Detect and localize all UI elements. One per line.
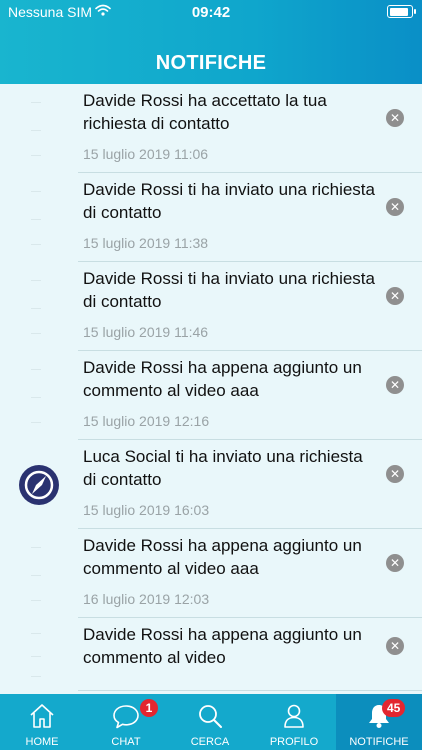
avatar-placeholder-mark bbox=[31, 130, 41, 131]
tab-chat[interactable]: 1 CHAT bbox=[84, 694, 168, 750]
tab-home-label: HOME bbox=[25, 736, 59, 748]
notification-content: Luca Social ti ha inviato una richiesta … bbox=[78, 440, 422, 529]
notification-date: 15 luglio 2019 16:03 bbox=[83, 502, 210, 518]
dismiss-icon[interactable]: ✕ bbox=[386, 198, 404, 216]
avatar-placeholder-mark bbox=[31, 280, 41, 281]
notification-message: Davide Rossi ha appena aggiunto un comme… bbox=[83, 536, 362, 578]
page-title: NOTIFICHE bbox=[155, 52, 267, 74]
avatar-placeholder-mark bbox=[31, 656, 41, 657]
avatar-column bbox=[0, 440, 78, 529]
tab-search-label: CERCA bbox=[190, 736, 230, 748]
notification-date: 15 luglio 2019 11:06 bbox=[83, 146, 209, 162]
notification-content: Davide Rossi ha appena aggiunto un comme… bbox=[78, 529, 422, 618]
avatar-placeholder-mark bbox=[31, 244, 41, 245]
notification-date: 16 luglio 2019 12:03 bbox=[83, 591, 210, 607]
avatar-placeholder-mark bbox=[31, 397, 41, 398]
notifications-badge: 45 bbox=[382, 699, 406, 717]
compass-logo-icon bbox=[24, 470, 54, 500]
status-time: 09:42 bbox=[191, 4, 231, 21]
notification-message: Davide Rossi ti ha inviato una richiesta… bbox=[83, 180, 375, 222]
notification-message: Davide Rossi ha appena aggiunto un comme… bbox=[83, 625, 362, 667]
avatar-placeholder-mark bbox=[31, 575, 41, 576]
profile-icon bbox=[280, 702, 308, 733]
avatar-placeholder-mark bbox=[31, 422, 41, 423]
notification-content: Davide Rossi ti ha inviato una richiesta… bbox=[78, 262, 422, 351]
dismiss-icon[interactable]: ✕ bbox=[386, 637, 404, 655]
chat-badge: 1 bbox=[140, 699, 158, 717]
notification-content: Davide Rossi ha appena aggiunto un comme… bbox=[78, 618, 422, 691]
search-icon bbox=[196, 702, 224, 733]
battery-icon bbox=[387, 5, 416, 18]
notification-date: 15 luglio 2019 12:16 bbox=[83, 413, 210, 429]
avatar-placeholder-mark bbox=[31, 633, 41, 634]
avatar-column bbox=[0, 351, 78, 440]
avatar-column bbox=[0, 529, 78, 618]
notification-item[interactable]: Davide Rossi ti ha inviato una richiesta… bbox=[0, 262, 422, 351]
dismiss-icon[interactable]: ✕ bbox=[386, 465, 404, 483]
tab-bar: HOME 1 CHAT CERCA PROFILO 45 NOTIFICHE bbox=[0, 694, 422, 750]
avatar-column bbox=[0, 84, 78, 173]
notification-message: Davide Rossi ha appena aggiunto un comme… bbox=[83, 358, 362, 400]
dismiss-icon[interactable]: ✕ bbox=[386, 109, 404, 127]
avatar-placeholder-mark bbox=[31, 547, 41, 548]
notification-list[interactable]: Davide Rossi ha accettato la tua richies… bbox=[0, 84, 422, 694]
tab-notifications[interactable]: 45 NOTIFICHE bbox=[336, 694, 422, 750]
avatar-placeholder-mark bbox=[31, 191, 41, 192]
notification-date: 15 luglio 2019 11:38 bbox=[83, 235, 209, 251]
notification-message: Luca Social ti ha inviato una richiesta … bbox=[83, 447, 363, 489]
avatar-placeholder-mark bbox=[31, 102, 41, 103]
tab-home[interactable]: HOME bbox=[0, 694, 84, 750]
notification-message: Davide Rossi ti ha inviato una richiesta… bbox=[83, 269, 375, 311]
chat-icon bbox=[111, 702, 141, 733]
avatar-placeholder-mark bbox=[31, 308, 41, 309]
notification-content: Davide Rossi ha appena aggiunto un comme… bbox=[78, 351, 422, 440]
notification-message: Davide Rossi ha accettato la tua richies… bbox=[83, 91, 327, 133]
notification-content: Davide Rossi ha accettato la tua richies… bbox=[78, 84, 422, 173]
notification-date: 15 luglio 2019 11:46 bbox=[83, 324, 209, 340]
tab-profile[interactable]: PROFILO bbox=[252, 694, 336, 750]
notification-item[interactable]: Davide Rossi ha accettato la tua richies… bbox=[0, 84, 422, 173]
avatar-column bbox=[0, 618, 78, 691]
avatar-column bbox=[0, 262, 78, 351]
home-icon bbox=[28, 702, 56, 733]
avatar-placeholder-mark bbox=[31, 155, 41, 156]
avatar-column bbox=[0, 173, 78, 262]
tab-notifications-label: NOTIFICHE bbox=[349, 736, 409, 748]
avatar-placeholder-mark bbox=[31, 219, 41, 220]
notification-item[interactable]: Davide Rossi ha appena aggiunto un comme… bbox=[0, 618, 422, 691]
avatar-placeholder-mark bbox=[31, 600, 41, 601]
dismiss-icon[interactable]: ✕ bbox=[386, 287, 404, 305]
notification-item[interactable]: Luca Social ti ha inviato una richiesta … bbox=[0, 440, 422, 529]
tab-profile-label: PROFILO bbox=[269, 736, 319, 748]
dismiss-icon[interactable]: ✕ bbox=[386, 554, 404, 572]
avatar-placeholder-mark bbox=[31, 676, 41, 677]
avatar-placeholder-mark bbox=[31, 369, 41, 370]
notification-item[interactable]: Davide Rossi ha appena aggiunto un comme… bbox=[0, 351, 422, 440]
tab-chat-label: CHAT bbox=[111, 736, 141, 748]
notification-content: Davide Rossi ti ha inviato una richiesta… bbox=[78, 173, 422, 262]
status-bar: Nessuna SIM 09:42 bbox=[0, 0, 422, 24]
dismiss-icon[interactable]: ✕ bbox=[386, 376, 404, 394]
top-bar: Nessuna SIM 09:42 NOTIFICHE bbox=[0, 0, 422, 84]
notification-item[interactable]: Davide Rossi ti ha inviato una richiesta… bbox=[0, 173, 422, 262]
avatar bbox=[19, 465, 59, 505]
notification-item[interactable]: Davide Rossi ha appena aggiunto un comme… bbox=[0, 529, 422, 618]
avatar-placeholder-mark bbox=[31, 333, 41, 334]
tab-search[interactable]: CERCA bbox=[168, 694, 252, 750]
